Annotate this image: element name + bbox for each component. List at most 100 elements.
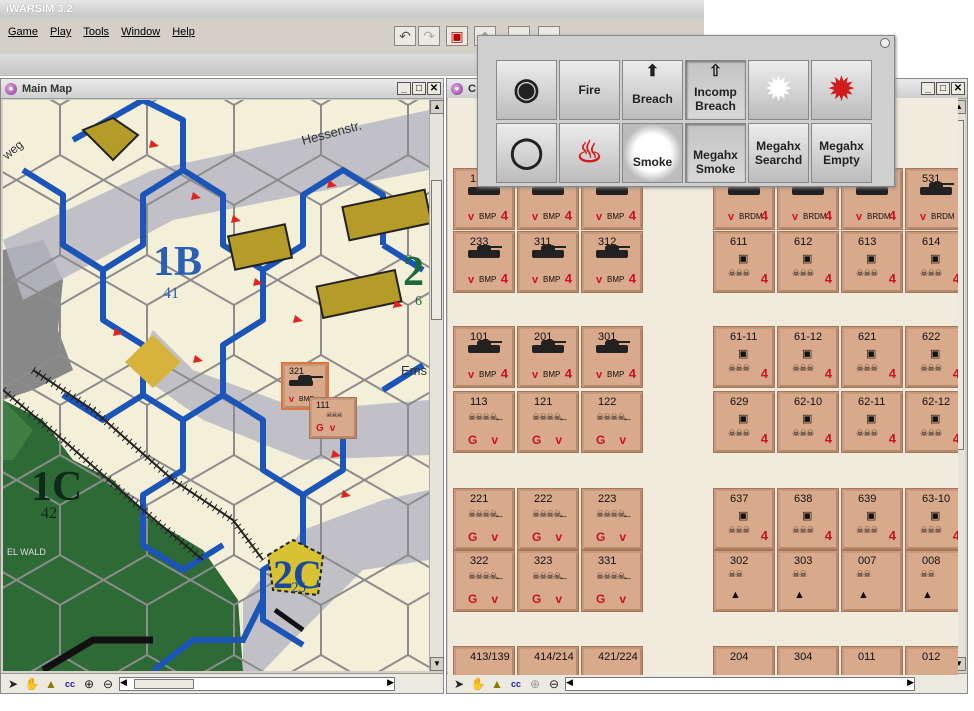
maximize-button[interactable]: □ — [412, 82, 426, 95]
pointer-icon[interactable]: ➤ — [451, 676, 467, 692]
unit-counter[interactable]: 413/139 — [453, 646, 515, 675]
unit-counter[interactable]: 614 ▣ ☠☠☠ 4 — [905, 231, 958, 293]
zoom-out-icon[interactable]: ⊖ — [100, 676, 116, 692]
unit-counter[interactable]: 62-10 ▣ ☠☠☠ 4 — [777, 391, 839, 453]
unit-counter[interactable]: 62-12 ▣ ☠☠☠ 4 — [905, 391, 958, 453]
scroll-right-arrow-icon[interactable]: ▶ — [387, 677, 394, 688]
unit-counter[interactable]: 301 v BMP 4 — [581, 326, 643, 388]
unit-counter[interactable]: 302 ☠☠ ▲ — [713, 550, 775, 612]
scroll-thumb[interactable] — [431, 180, 442, 320]
scroll-left-arrow-icon[interactable]: ◀ — [120, 677, 127, 688]
palette-button[interactable]: ◯ — [496, 123, 557, 183]
unit-counter[interactable]: 223 ← ☠☠☠☠ Gv — [581, 488, 643, 550]
scroll-up-arrow-icon[interactable]: ▲ — [430, 100, 444, 114]
unit-counter[interactable]: 323 ← ☠☠☠☠ Gv — [517, 550, 579, 612]
palette-close-icon[interactable] — [880, 38, 890, 48]
unit-counter[interactable]: 303 ☠☠ ▲ — [777, 550, 839, 612]
palette-button[interactable]: ✹ — [811, 60, 872, 120]
map-canvas[interactable]: Hessenstr. weg Ems EL WALD 1B 41 1C 42 2… — [3, 100, 429, 671]
map-vertical-scrollbar[interactable]: ▲ ▼ — [429, 100, 444, 671]
unit-counter[interactable]: 007 ☠☠ ▲ — [841, 550, 903, 612]
redo-icon[interactable]: ↷ — [418, 26, 440, 46]
unit-counter[interactable]: 122 ← ☠☠☠☠ Gv — [581, 391, 643, 453]
scroll-left-arrow-icon[interactable]: ◀ — [566, 677, 573, 688]
close-button[interactable]: ✕ — [951, 82, 965, 95]
flag-icon[interactable]: ▲ — [43, 676, 59, 692]
unit-counter[interactable]: 421/224 — [581, 646, 643, 675]
unit-counter[interactable]: 61-11 ▣ ☠☠☠ 4 — [713, 326, 775, 388]
unit-counter[interactable]: 622 ▣ ☠☠☠ 4 — [905, 326, 958, 388]
palette-button[interactable]: ⬆ Breach — [622, 60, 683, 120]
unit-counter[interactable]: 221 ← ☠☠☠☠ Gv — [453, 488, 515, 550]
unit-counter[interactable]: 101 v BMP 4 — [453, 326, 515, 388]
unit-counter[interactable]: 311 v BMP 4 — [517, 231, 579, 293]
palette-button[interactable]: ◉ — [496, 60, 557, 120]
unit-counter[interactable]: 613 ▣ ☠☠☠ 4 — [841, 231, 903, 293]
zoom-in-icon[interactable]: ⊕ — [81, 676, 97, 692]
unit-counter[interactable]: 113 ← ☠☠☠☠ Gv — [453, 391, 515, 453]
pointer-icon[interactable]: ➤ — [5, 676, 21, 692]
minimize-button[interactable]: _ — [921, 82, 935, 95]
unit-counter[interactable]: 638 ▣ ☠☠☠ 4 — [777, 488, 839, 550]
unit-counter[interactable]: 222 ← ☠☠☠☠ Gv — [517, 488, 579, 550]
menu-help[interactable]: Help — [172, 26, 195, 38]
main-map-titlebar[interactable]: ● Main Map _ □ ✕ — [1, 79, 443, 99]
menu-window[interactable]: Window — [121, 26, 160, 38]
unit-counter[interactable]: 414/214 — [517, 646, 579, 675]
unit-counter[interactable]: 639 ▣ ☠☠☠ 4 — [841, 488, 903, 550]
menu-game[interactable]: Game — [8, 26, 38, 38]
cc-icon[interactable]: cc — [62, 676, 78, 692]
unit-counter[interactable]: 62-11 ▣ ☠☠☠ 4 — [841, 391, 903, 453]
scroll-thumb[interactable] — [134, 678, 194, 689]
unit-counter[interactable]: 61-12 ▣ ☠☠☠ 4 — [777, 326, 839, 388]
map-counter[interactable]: 111 ☠☠☠ Gv — [309, 397, 357, 439]
unit-counter[interactable]: 304 — [777, 646, 839, 675]
unit-counter[interactable]: 629 ▣ ☠☠☠ 4 — [713, 391, 775, 453]
menu-tools[interactable]: Tools — [83, 26, 109, 38]
map-horizontal-scrollbar[interactable]: ◀ ▶ — [119, 676, 395, 691]
counter-horizontal-scrollbar[interactable]: ◀ ▶ — [565, 676, 915, 691]
road-label-ems: Ems — [401, 363, 428, 378]
unit-counter[interactable]: 201 v BMP 4 — [517, 326, 579, 388]
palette-button[interactable]: Fire — [559, 60, 620, 120]
book-icon[interactable]: ▣ — [446, 26, 468, 46]
unit-counter[interactable]: 011 — [841, 646, 903, 675]
close-button[interactable]: ✕ — [427, 82, 441, 95]
palette-button[interactable]: Megahx Smoke — [685, 123, 746, 183]
undo-icon[interactable]: ↶ — [394, 26, 416, 46]
zoom-out-icon[interactable]: ⊖ — [546, 676, 562, 692]
unit-counter[interactable]: 63-10 ▣ ☠☠☠ 4 — [905, 488, 958, 550]
unit-counter[interactable]: 531 v BRDM — [905, 168, 958, 230]
palette-button[interactable]: ♨ — [559, 123, 620, 183]
palette-button[interactable]: ✹ — [748, 60, 809, 120]
unit-counter[interactable]: 611 ▣ ☠☠☠ 4 — [713, 231, 775, 293]
minimize-button[interactable]: _ — [397, 82, 411, 95]
unit-counter[interactable]: 121 ← ☠☠☠☠ Gv — [517, 391, 579, 453]
unit-counter[interactable]: 322 ← ☠☠☠☠ Gv — [453, 550, 515, 612]
unit-counter[interactable]: 233 v BMP 4 — [453, 231, 515, 293]
menu-play[interactable]: Play — [50, 26, 71, 38]
hand-icon[interactable]: ✋ — [470, 676, 486, 692]
zoom-in-icon[interactable]: ⊕ — [527, 676, 543, 692]
scroll-right-arrow-icon[interactable]: ▶ — [907, 677, 914, 688]
cc-icon[interactable]: cc — [508, 676, 524, 692]
unit-counter[interactable]: 008 ☠☠ ▲ — [905, 550, 958, 612]
palette-button[interactable]: Smoke — [622, 123, 683, 183]
unit-counter[interactable]: 331 ← ☠☠☠☠ Gv — [581, 550, 643, 612]
map-view[interactable]: Hessenstr. weg Ems EL WALD 1B 41 1C 42 2… — [3, 100, 429, 671]
unit-counter[interactable]: 012 — [905, 646, 958, 675]
palette-button[interactable]: ⇧ Incomp Breach — [685, 60, 746, 120]
flag-icon[interactable]: ▲ — [489, 676, 505, 692]
hand-icon[interactable]: ✋ — [24, 676, 40, 692]
unit-counter[interactable]: 612 ▣ ☠☠☠ 4 — [777, 231, 839, 293]
palette-button[interactable]: Megahx Empty — [811, 123, 872, 183]
unit-counter[interactable]: 621 ▣ ☠☠☠ 4 — [841, 326, 903, 388]
scroll-down-arrow-icon[interactable]: ▼ — [430, 657, 444, 671]
unit-counter[interactable]: 312 v BMP 4 — [581, 231, 643, 293]
unit-counter[interactable]: 637 ▣ ☠☠☠ 4 — [713, 488, 775, 550]
palette-button[interactable]: Megahx Searchd — [748, 123, 809, 183]
atg-box-icon: ▣ — [866, 413, 876, 425]
unit-counter[interactable]: 204 — [713, 646, 775, 675]
tank-icon — [289, 375, 323, 386]
maximize-button[interactable]: □ — [936, 82, 950, 95]
